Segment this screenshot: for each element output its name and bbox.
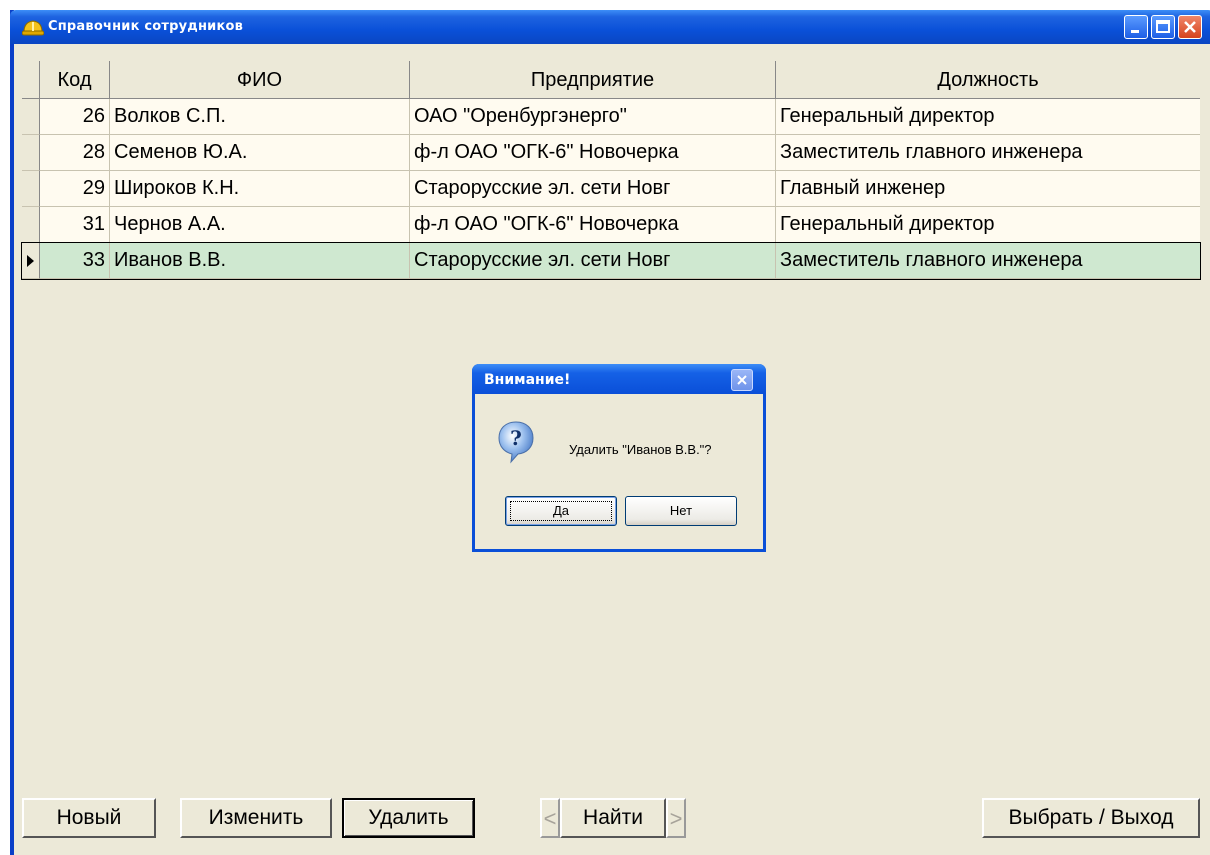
close-button[interactable]	[1178, 15, 1202, 39]
row-indicator[interactable]	[22, 243, 40, 279]
dialog-message: Удалить "Иванов В.В."?	[569, 442, 712, 457]
table-row[interactable]: 31 Чернов А.А. ф-л ОАО "ОГК-6" Новочерка…	[22, 207, 1200, 243]
cell-enterprise[interactable]: ф-л ОАО "ОГК-6" Новочерка	[410, 207, 776, 243]
yes-button[interactable]: Да	[505, 496, 617, 526]
table-row[interactable]: 28 Семенов Ю.А. ф-л ОАО "ОГК-6" Новочерк…	[22, 135, 1200, 171]
table-row[interactable]: 29 Широков К.Н. Старорусские эл. сети Но…	[22, 171, 1200, 207]
dialog-title: Внимание!	[484, 372, 571, 388]
focus-rect	[510, 501, 612, 521]
cell-fio[interactable]: Семенов Ю.А.	[110, 135, 410, 171]
find-prev-button[interactable]: <	[540, 798, 560, 838]
column-header-fio[interactable]: ФИО	[110, 61, 410, 99]
maximize-icon	[1156, 20, 1170, 33]
hard-hat-icon	[22, 20, 44, 36]
find-next-button[interactable]: >	[666, 798, 686, 838]
window-titlebar[interactable]: Справочник сотрудников	[10, 10, 1210, 44]
svg-text:?: ?	[510, 426, 522, 450]
cell-fio[interactable]: Иванов В.В.	[110, 243, 410, 279]
question-icon: ?	[498, 421, 534, 464]
dialog-close-button[interactable]	[731, 369, 753, 391]
cell-fio[interactable]: Чернов А.А.	[110, 207, 410, 243]
no-button[interactable]: Нет	[625, 496, 737, 526]
column-header-position[interactable]: Должность	[776, 61, 1200, 99]
find-button[interactable]: Найти	[560, 798, 666, 838]
find-group: < Найти >	[540, 798, 686, 838]
edit-button[interactable]: Изменить	[180, 798, 332, 838]
cell-enterprise[interactable]: Старорусские эл. сети Новг	[410, 171, 776, 207]
row-indicator[interactable]	[22, 207, 40, 243]
row-indicator[interactable]	[22, 135, 40, 171]
maximize-button[interactable]	[1151, 15, 1175, 39]
new-button[interactable]: Новый	[22, 798, 156, 838]
cell-position[interactable]: Заместитель главного инженера	[776, 243, 1200, 279]
delete-button[interactable]: Удалить	[342, 798, 475, 838]
table-row-selected[interactable]: 33 Иванов В.В. Старорусские эл. сети Нов…	[21, 242, 1201, 280]
current-row-pointer-icon	[27, 255, 34, 267]
cell-enterprise[interactable]: ф-л ОАО "ОГК-6" Новочерка	[410, 135, 776, 171]
confirm-dialog: Внимание! ? Удалить "Иванов В.В."? Да Не…	[472, 364, 766, 552]
cell-position[interactable]: Главный инженер	[776, 171, 1200, 207]
row-indicator[interactable]	[22, 99, 40, 135]
minimize-icon	[1131, 30, 1139, 33]
cell-fio[interactable]: Широков К.Н.	[110, 171, 410, 207]
select-exit-button[interactable]: Выбрать / Выход	[982, 798, 1200, 838]
cell-position[interactable]: Генеральный директор	[776, 99, 1200, 135]
cell-kod[interactable]: 33	[40, 243, 110, 279]
cell-enterprise[interactable]: Старорусские эл. сети Новг	[410, 243, 776, 279]
cell-enterprise[interactable]: ОАО "Оренбургэнерго"	[410, 99, 776, 135]
close-icon	[737, 375, 747, 385]
table-row[interactable]: 26 Волков С.П. ОАО "Оренбургэнерго" Гене…	[22, 99, 1200, 135]
window-title: Справочник сотрудников	[48, 19, 244, 34]
close-icon	[1184, 21, 1196, 33]
cell-kod[interactable]: 29	[40, 171, 110, 207]
column-header-kod[interactable]: Код	[40, 61, 110, 99]
column-header-enterprise[interactable]: Предприятие	[410, 61, 776, 99]
cell-fio[interactable]: Волков С.П.	[110, 99, 410, 135]
minimize-button[interactable]	[1124, 15, 1148, 39]
row-indicator[interactable]	[22, 171, 40, 207]
cell-position[interactable]: Генеральный директор	[776, 207, 1200, 243]
cell-kod[interactable]: 26	[40, 99, 110, 135]
grid-indicator-header	[22, 61, 40, 99]
cell-position[interactable]: Заместитель главного инженера	[776, 135, 1200, 171]
cell-kod[interactable]: 28	[40, 135, 110, 171]
cell-kod[interactable]: 31	[40, 207, 110, 243]
dialog-titlebar[interactable]: Внимание!	[472, 364, 766, 394]
